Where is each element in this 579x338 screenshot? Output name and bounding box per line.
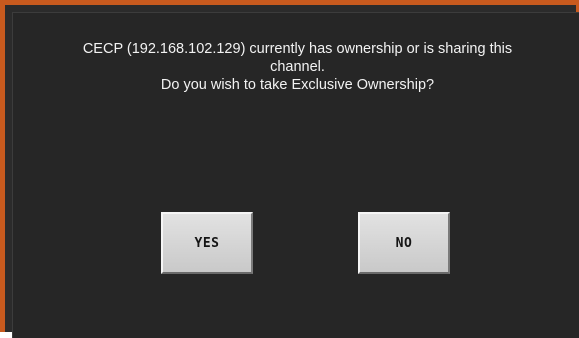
yes-button[interactable]: YES: [161, 212, 253, 274]
message-line-1: CECP (192.168.102.129) currently has own…: [82, 41, 513, 57]
message-line-2: channel.: [270, 59, 325, 75]
message-line-3: Do you wish to take Exclusive Ownership?: [160, 77, 435, 93]
dialog-frame: CECP (192.168.102.129) currently has own…: [0, 0, 579, 338]
dialog-message: CECP (192.168.102.129) currently has own…: [23, 40, 572, 94]
ownership-dialog: CECP (192.168.102.129) currently has own…: [12, 12, 579, 338]
no-button[interactable]: NO: [358, 212, 450, 274]
yes-button-label: YES: [194, 235, 220, 251]
no-button-label: NO: [395, 235, 413, 251]
